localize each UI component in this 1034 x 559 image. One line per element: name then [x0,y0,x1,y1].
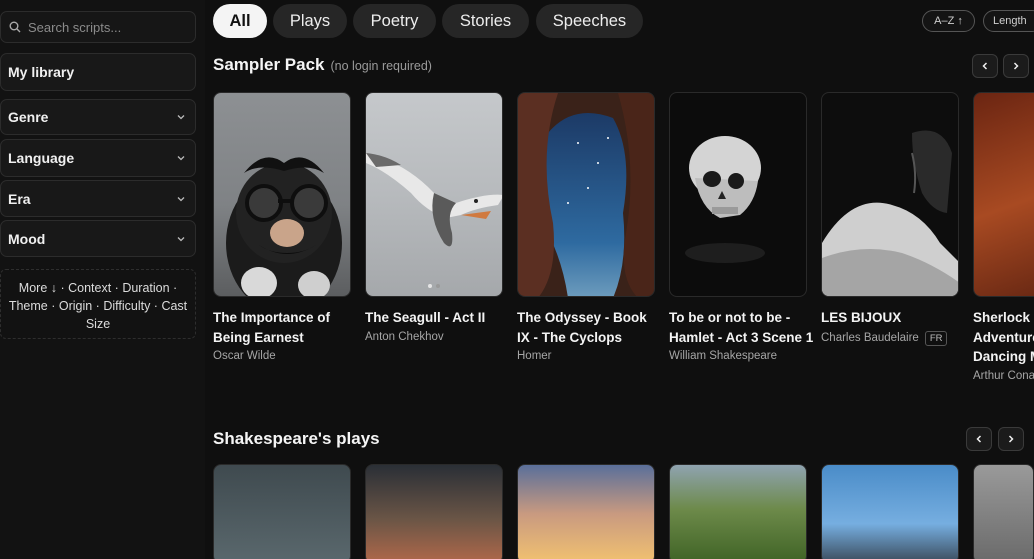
chevron-left-icon [982,62,988,70]
card-cover-image [669,92,807,297]
card-cover-image [973,92,1034,297]
language-badge: FR [924,330,948,346]
script-card[interactable]: The Importance of Being Earnest Oscar Wi… [213,92,351,362]
tab-stories-label: Stories [459,11,512,30]
play-card-cover[interactable] [669,464,807,559]
my-library-button[interactable]: My library [0,53,196,91]
sampler-subtitle: (no login required) [330,59,432,73]
search-input[interactable] [28,19,188,35]
card-title: The Importance of Being Earnest [213,310,331,345]
card-title: To be or not to be - Hamlet - Act 3 Scen… [669,310,814,345]
genre-filter[interactable]: Genre [0,99,196,135]
sampler-title: Sampler Pack [213,55,325,74]
tab-speeches[interactable]: Speeches [536,4,643,38]
tab-plays-label: Plays [289,11,331,30]
card-title: Sherlock Holmes: The Adventure of the Da… [973,310,1034,364]
card-cover-image [213,92,351,297]
sort-az-button[interactable]: A–Z ↑ [922,10,975,32]
mood-filter[interactable]: Mood [0,220,196,257]
context-filter[interactable]: Context [68,281,111,295]
chevron-left-icon [976,435,982,443]
language-filter-label: Language [8,150,75,166]
search-box[interactable] [0,11,196,43]
shakespeare-next-button[interactable] [998,427,1024,451]
play-card-cover[interactable] [365,464,503,559]
chevron-down-icon [177,196,185,201]
more-filters-box: More ↓ · Context · Duration · Theme · Or… [0,269,196,339]
card-author: Arthur Conan Doyle [973,370,1034,382]
card-author-name: Homer [517,350,552,362]
shakespeare-prev-button[interactable] [966,427,992,451]
section-title-sampler: Sampler Pack (no login required) [213,55,432,75]
card-cover-image [821,92,959,297]
section-title-shakespeare: Shakespeare's plays [213,429,380,448]
language-filter[interactable]: Language [0,139,196,177]
tab-poetry-label: Poetry [370,11,419,30]
my-library-label: My library [8,64,75,80]
tab-stories[interactable]: Stories [442,4,529,38]
card-title: The Odyssey - Book IX - The Cyclops [517,310,647,345]
sampler-next-button[interactable] [1003,54,1029,78]
card-author-name: Oscar Wilde [213,350,276,362]
tab-speeches-label: Speeches [552,11,627,30]
chevron-down-icon [177,156,185,161]
play-card-cover[interactable] [517,464,655,559]
card-author: Anton Chekhov [365,331,503,343]
card-author-name: Arthur Conan Doyle [973,369,1034,382]
script-card[interactable]: The Odyssey - Book IX - The Cyclops Home… [517,92,655,362]
more-toggle[interactable]: More ↓ [19,281,57,295]
difficulty-filter[interactable]: Difficulty [103,299,150,313]
tab-poetry[interactable]: Poetry [353,4,436,38]
sidebar: My library Genre Language Era Mood More … [0,0,205,559]
carousel-dots [366,284,502,288]
play-card-cover[interactable] [973,464,1034,559]
chevron-down-icon [177,236,185,241]
play-card-cover[interactable] [821,464,959,559]
card-author-name: Anton Chekhov [365,330,444,343]
card-author-name: William Shakespeare [669,350,778,362]
card-cover-image [517,92,655,297]
script-card[interactable]: Sherlock Holmes: The Adventure of the Da… [973,92,1034,382]
cast-filter[interactable]: Cast [161,299,187,313]
card-title: LES BIJOUX [821,310,902,325]
era-filter[interactable]: Era [0,180,196,217]
card-title: The Seagull - Act II [365,310,486,325]
genre-filter-label: Genre [8,109,49,125]
script-card[interactable]: The Seagull - Act II Anton Chekhov [365,92,503,343]
card-author: Charles Baudelaire FR [821,330,959,346]
card-author: Homer [517,350,655,362]
card-author: William Shakespeare [669,350,807,362]
tab-plays[interactable]: Plays [273,4,347,38]
mood-filter-label: Mood [8,230,46,247]
tab-all-label: All [229,11,251,30]
script-card[interactable]: LES BIJOUX Charles Baudelaire FR [821,92,959,346]
sort-length-label: Length [993,15,1027,27]
script-card[interactable]: To be or not to be - Hamlet - Act 3 Scen… [669,92,813,362]
card-author: Oscar Wilde [213,350,351,362]
origin-filter[interactable]: Origin [59,299,92,313]
chevron-right-icon [1008,435,1014,443]
size-filter[interactable]: Size [86,317,110,331]
sampler-prev-button[interactable] [972,54,998,78]
sort-az-label: A–Z ↑ [934,15,963,27]
chevron-right-icon [1013,62,1019,70]
sort-length-button[interactable]: Length [983,10,1034,32]
card-author-name: Charles Baudelaire [821,332,919,344]
play-card-cover[interactable] [213,464,351,559]
tab-all[interactable]: All [213,4,267,38]
era-filter-label: Era [8,190,31,207]
search-icon [9,21,21,33]
theme-filter[interactable]: Theme [9,299,48,313]
card-cover-image [365,92,503,297]
duration-filter[interactable]: Duration [122,281,169,295]
chevron-down-icon [177,115,185,120]
